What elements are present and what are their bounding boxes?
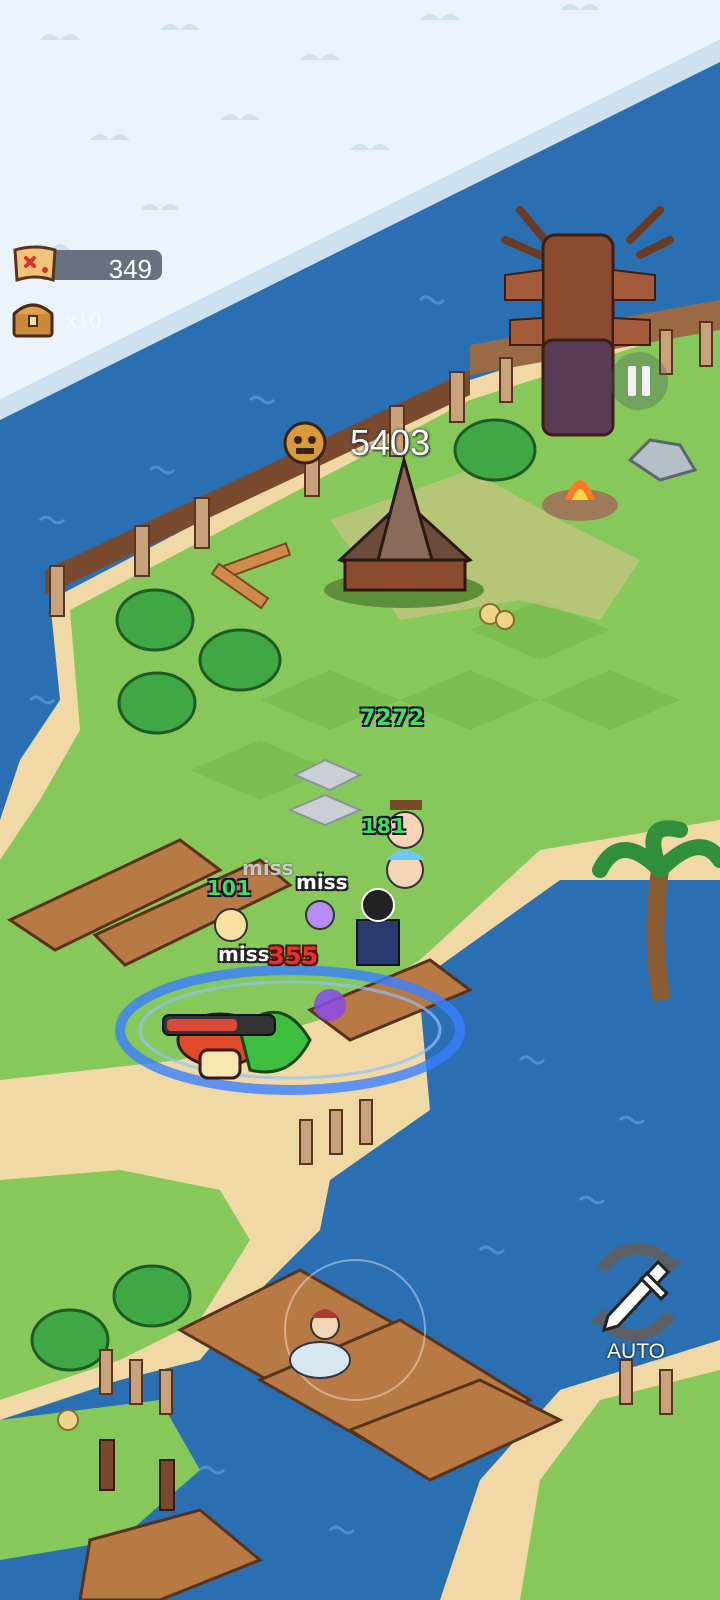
miss-text: miss bbox=[242, 856, 294, 880]
treasure-map-icon bbox=[13, 245, 57, 283]
treasure-chest-icon bbox=[12, 303, 54, 338]
heal-number: 181 bbox=[362, 814, 407, 838]
chest-counter: x10 bbox=[10, 296, 130, 342]
map-counter: 349 bbox=[12, 244, 162, 284]
auto-battle-sword-icon bbox=[590, 1243, 682, 1341]
miss-text: miss bbox=[296, 870, 348, 894]
map-count: 349 bbox=[108, 254, 152, 284]
heal-number: 7272 bbox=[360, 706, 426, 731]
miss-text: miss bbox=[218, 942, 270, 966]
boss-hp-display: 5403 bbox=[282, 420, 452, 468]
enemy-hp-fill bbox=[167, 1019, 237, 1031]
tiki-mask-icon bbox=[283, 421, 327, 465]
pause-button[interactable] bbox=[610, 352, 668, 410]
chest-count: x10 bbox=[66, 308, 102, 333]
damage-number: 355 bbox=[268, 942, 319, 970]
boss-hp-value: 5403 bbox=[350, 422, 431, 463]
auto-battle-button[interactable]: AUTO bbox=[578, 1238, 694, 1368]
auto-label: AUTO bbox=[607, 1340, 665, 1363]
